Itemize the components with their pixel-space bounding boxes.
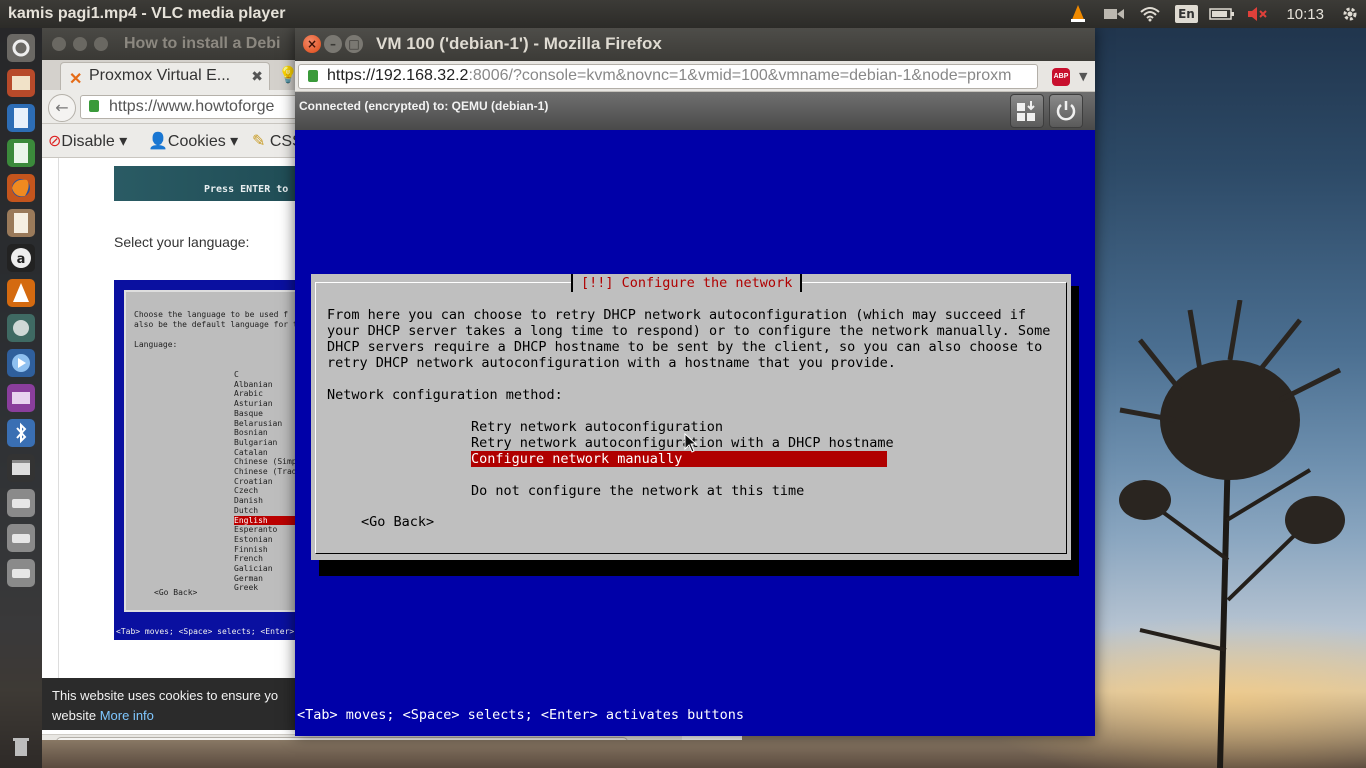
media-player-icon[interactable] (7, 349, 35, 377)
cookie-text-2: website (52, 708, 97, 723)
spreadsheet-icon[interactable] (7, 139, 35, 167)
description-line: DHCP servers require a DHCP hostname to … (327, 339, 1043, 355)
user-icon: 👤 (148, 133, 168, 150)
clock[interactable]: 10:13 (1276, 6, 1334, 23)
screenshot-language-label: Language: (134, 340, 178, 349)
option-retry-dhcp-hostname[interactable]: Retry network autoconfiguration with a D… (471, 435, 894, 451)
text-editor-icon[interactable] (7, 209, 35, 237)
description-line: your DHCP server takes a long time to re… (327, 323, 1051, 339)
url-bar[interactable]: https://192.168.32.2:8006/?console=kvm&n… (298, 64, 1038, 89)
wifi-icon[interactable] (1132, 0, 1168, 28)
page-divider (58, 158, 59, 678)
settings-gear-icon[interactable] (1334, 0, 1366, 28)
adblock-plus-icon[interactable]: ABP (1052, 68, 1070, 86)
back-button[interactable]: ← (48, 94, 76, 122)
active-window-title: kamis pagi1.mp4 - VLC media player (8, 5, 286, 22)
drive-icon[interactable] (7, 559, 35, 587)
ff-titlebar[interactable]: × – □ VM 100 ('debian-1') - Mozilla Fire… (295, 28, 1095, 61)
firefox-window[interactable]: × – □ VM 100 ('debian-1') - Mozilla Fire… (295, 28, 1095, 736)
tab-close-icon[interactable]: ✖ (251, 68, 263, 85)
scrollbar-thumb[interactable] (56, 737, 628, 740)
svg-text:a: a (17, 252, 26, 267)
thistle-plant-image (1119, 300, 1345, 768)
vlc-icon[interactable] (7, 279, 35, 307)
firefox-icon[interactable] (7, 174, 35, 202)
drive-icon[interactable] (7, 489, 35, 517)
description-line: From here you can choose to retry DHCP n… (327, 307, 1026, 323)
camera-icon[interactable] (1096, 0, 1132, 28)
window-title: VM 100 ('debian-1') - Mozilla Firefox (376, 34, 662, 53)
proxmox-logo-icon: ✕ (69, 71, 83, 88)
screenshot-footer: <Tab> moves; <Space> selects; <Enter> (116, 627, 295, 636)
novnc-control-bar: Connected (encrypted) to: QEMU (debian-1… (295, 92, 1095, 130)
trash-icon[interactable] (7, 733, 35, 761)
lock-icon (89, 100, 99, 112)
amazon-icon[interactable]: a (7, 244, 35, 272)
option-do-not-configure[interactable]: Do not configure the network at this tim… (471, 483, 804, 499)
screenshot-intro-line: Choose the language to be used f (134, 310, 289, 319)
bg-close-button[interactable] (52, 37, 66, 51)
disk-icon[interactable] (7, 314, 35, 342)
drive-icon[interactable] (7, 524, 35, 552)
console-help-text: <Tab> moves; <Space> selects; <Enter> ac… (297, 707, 745, 723)
screenshot-go-back: <Go Back> (154, 588, 198, 597)
screenshot-intro-line: also be the default language for t (134, 320, 298, 329)
bg-window-title: How to install a Debi (124, 35, 281, 52)
dialog-title: [!!] Configure the network (571, 274, 803, 292)
bg-maximize-button[interactable] (94, 37, 108, 51)
connection-status: Connected (encrypted) to: QEMU (debian-1… (299, 99, 549, 113)
vlc-tray-icon[interactable] (1060, 0, 1096, 28)
option-configure-manually[interactable]: Configure network manually (471, 451, 887, 467)
tab-proxmox[interactable]: ✕ Proxmox Virtual E... ✖ (60, 62, 270, 90)
go-back-button[interactable]: <Go Back> (361, 514, 434, 530)
screenshot-icon[interactable] (7, 384, 35, 412)
menu-dropdown-icon[interactable]: ▼ (1079, 70, 1087, 83)
method-label: Network configuration method: (327, 387, 563, 403)
dash-icon[interactable] (7, 34, 35, 62)
ff-url-area: https://192.168.32.2:8006/?console=kvm&n… (295, 61, 1095, 92)
video-editor-icon[interactable] (7, 454, 35, 482)
volume-muted-icon[interactable] (1240, 0, 1276, 28)
power-icon[interactable] (1049, 94, 1083, 128)
send-keys-icon[interactable] (1010, 94, 1044, 128)
disable-icon: ⊘ (48, 133, 62, 150)
document-icon[interactable] (7, 104, 35, 132)
pencil-icon: ✎ (252, 133, 266, 150)
bluetooth-icon[interactable] (7, 419, 35, 447)
description-line: retry DHCP network autoconfiguration wit… (327, 355, 896, 371)
configure-network-dialog: [!!] Configure the network From here you… (311, 274, 1071, 560)
more-info-link[interactable]: More info (100, 708, 154, 723)
files-icon[interactable] (7, 69, 35, 97)
tab-label: Proxmox Virtual E... (89, 67, 231, 84)
minimize-button[interactable]: – (324, 35, 342, 53)
select-language-text: Select your language: (114, 234, 250, 250)
cookies-menu[interactable]: 👤Cookies ▾ (148, 131, 238, 151)
keyboard-layout-indicator[interactable]: En (1168, 0, 1204, 28)
close-button[interactable]: × (303, 35, 321, 53)
disable-menu[interactable]: ⊘Disable ▾ (48, 131, 127, 151)
battery-icon[interactable] (1204, 0, 1240, 28)
maximize-button[interactable]: □ (345, 35, 363, 53)
top-panel: kamis pagi1.mp4 - VLC media player En 10… (0, 0, 1366, 28)
lock-icon (308, 70, 318, 82)
bg-minimize-button[interactable] (73, 37, 87, 51)
system-tray: En 10:13 (1060, 0, 1366, 28)
mouse-cursor-icon (684, 433, 698, 453)
unity-launcher: a (0, 28, 42, 768)
